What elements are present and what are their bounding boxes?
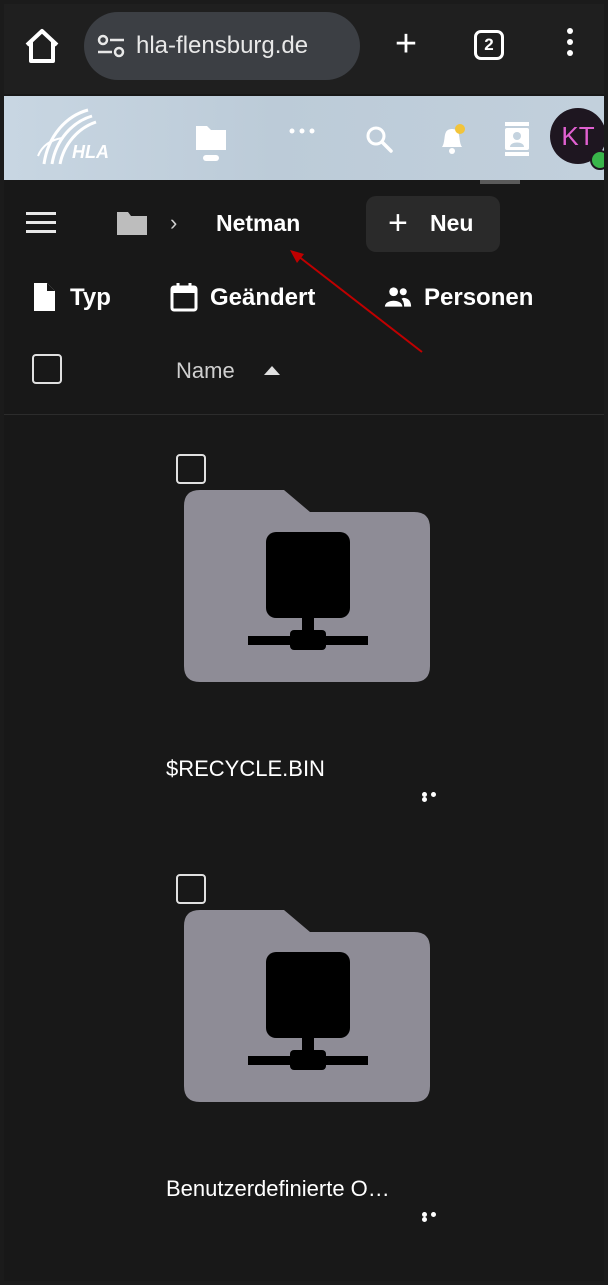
item-actions-more-icon[interactable] — [422, 792, 448, 802]
home-button[interactable] — [22, 26, 62, 66]
browser-toolbar: hla-flensburg.de + 2 — [4, 4, 604, 94]
home-icon — [25, 29, 59, 63]
select-all-checkbox[interactable] — [32, 354, 62, 384]
more-apps-icon[interactable] — [287, 124, 317, 136]
breadcrumb-separator: › — [170, 210, 178, 235]
item-name[interactable]: $RECYCLE.BIN — [166, 756, 325, 782]
hla-logo[interactable]: HLA — [32, 106, 122, 170]
breadcrumb-root-folder-icon[interactable] — [116, 210, 148, 236]
network-folder-icon[interactable] — [184, 906, 432, 1106]
header-scroll-indicator — [480, 180, 520, 184]
item-checkbox[interactable] — [176, 874, 206, 904]
site-settings-icon[interactable] — [96, 32, 126, 60]
filter-type-label: Typ — [70, 284, 111, 311]
filter-people-label: Personen — [424, 284, 534, 311]
breadcrumb-current[interactable]: Netman — [216, 210, 300, 237]
calendar-icon — [170, 283, 198, 312]
files-icon[interactable] — [194, 122, 228, 162]
file-icon — [34, 283, 55, 311]
tab-switcher-button[interactable]: 2 — [474, 30, 504, 60]
item-checkbox[interactable] — [176, 454, 206, 484]
people-icon — [384, 287, 412, 307]
list-item[interactable]: $RECYCLE.BIN — [4, 454, 604, 854]
contacts-icon[interactable] — [502, 120, 532, 156]
plus-icon: + — [388, 204, 408, 242]
filter-people[interactable]: Personen — [384, 280, 564, 316]
search-icon[interactable] — [364, 124, 394, 154]
item-actions-more-icon[interactable] — [422, 1212, 448, 1222]
network-folder-icon[interactable] — [184, 486, 432, 686]
filter-modified-label: Geändert — [210, 284, 316, 311]
address-bar[interactable]: hla-flensburg.de — [84, 12, 360, 80]
notifications-icon[interactable] — [436, 122, 468, 156]
filter-modified[interactable]: Geändert — [170, 280, 350, 316]
url-text[interactable]: hla-flensburg.de — [136, 32, 308, 60]
svg-text:HLA: HLA — [72, 142, 109, 162]
column-header-name[interactable]: Name — [176, 358, 235, 384]
list-item[interactable]: Benutzerdefinierte O… — [4, 874, 604, 1274]
screen: hla-flensburg.de + 2 HLA KT › Netman + N… — [4, 4, 604, 1281]
online-status-badge — [590, 150, 604, 170]
new-button-label: Neu — [430, 210, 474, 236]
navigation-toggle-icon[interactable] — [26, 212, 56, 236]
item-name[interactable]: Benutzerdefinierte O… — [166, 1176, 390, 1202]
sort-ascending-icon[interactable] — [264, 366, 280, 375]
filter-type[interactable]: Typ — [30, 280, 130, 316]
browser-menu-icon[interactable] — [564, 28, 576, 68]
app-header: HLA KT — [4, 96, 604, 184]
list-divider — [4, 414, 604, 415]
new-tab-button[interactable]: + — [386, 24, 426, 64]
